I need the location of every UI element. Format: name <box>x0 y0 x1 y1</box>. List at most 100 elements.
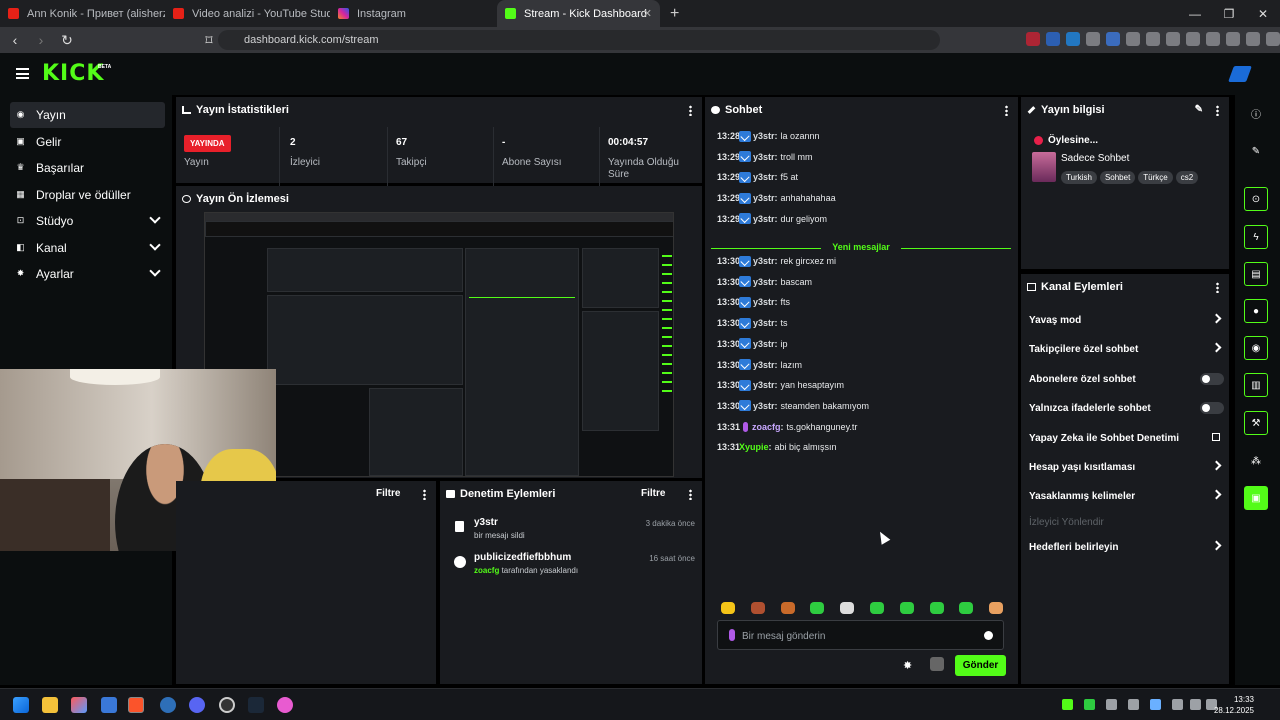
chat-username[interactable]: y3str <box>753 256 775 266</box>
document-icon[interactable]: ▤ <box>1244 262 1268 286</box>
chat-message[interactable]: 13:28 y3str: la ozannn <box>717 128 820 144</box>
more-options-icon[interactable] <box>1005 105 1008 116</box>
minimize-icon[interactable]: — <box>1178 7 1212 21</box>
chat-settings-gear-icon[interactable]: ✸ <box>903 659 912 672</box>
emote-icon[interactable] <box>929 602 944 614</box>
extension-icon[interactable] <box>1266 32 1280 46</box>
tag[interactable]: Sohbet <box>1099 171 1136 184</box>
emote-icon[interactable] <box>870 602 884 614</box>
extension-icon[interactable] <box>1206 32 1220 46</box>
info-icon[interactable]: ⓘ <box>1244 101 1268 125</box>
close-tab-icon[interactable]: ✕ <box>643 7 652 20</box>
more-options-icon[interactable] <box>423 489 426 500</box>
moderation-user[interactable]: y3str <box>474 517 498 528</box>
chat-username[interactable]: y3str <box>753 172 775 182</box>
tray-icon[interactable] <box>1062 699 1073 710</box>
bookmark-icon[interactable]: ⌑ <box>198 32 220 49</box>
server-icon[interactable]: ▥ <box>1244 373 1268 397</box>
edit-pencil-icon[interactable]: ✎ <box>1195 104 1203 115</box>
moderation-row[interactable]: publicizedfiefbbhum zoacfg tarafından ya… <box>450 552 695 586</box>
chat-username[interactable]: y3str <box>753 193 775 203</box>
emote-icon[interactable] <box>780 602 795 614</box>
browser-tab-4[interactable]: Stream - Kick Dashboard ✕ <box>497 0 660 27</box>
sidebar-item-yayin[interactable]: ◉ Yayın <box>10 102 165 128</box>
forward-icon[interactable]: › <box>30 32 52 48</box>
tray-icon[interactable] <box>1128 699 1139 710</box>
chat-username[interactable]: y3str <box>753 401 775 411</box>
clapper-icon[interactable]: ▣ <box>1244 486 1268 510</box>
browser-tab-3[interactable]: Instagram <box>330 0 495 27</box>
send-button[interactable]: Gönder <box>955 655 1006 676</box>
hamburger-menu-icon[interactable] <box>16 68 29 79</box>
chat-message[interactable]: 13:29 y3str: dur geliyom <box>717 211 827 227</box>
extension-icon[interactable] <box>1246 32 1260 46</box>
wrench-icon[interactable]: ⚒ <box>1244 411 1268 435</box>
sidebar-item-gelir[interactable]: ▣ Gelir <box>10 129 165 155</box>
more-options-icon[interactable] <box>1216 105 1219 116</box>
chat-message[interactable]: 13:30 y3str: ip <box>717 336 788 352</box>
chat-message[interactable]: 13:29 y3str: troll mm <box>717 149 813 165</box>
lightning-icon[interactable]: ϟ <box>1244 225 1268 249</box>
action-banned-words[interactable]: Yasaklanmış kelimeler <box>1029 487 1224 505</box>
extension-icon[interactable] <box>1226 32 1240 46</box>
stream-category[interactable]: Sadece Sohbet <box>1061 153 1129 164</box>
moderation-row[interactable]: y3str bir mesajı sildi 3 dakika önce <box>450 517 695 551</box>
chat-mod-tools-icon[interactable] <box>930 657 944 671</box>
chat-message[interactable]: 13:30 y3str: lazım <box>717 357 802 373</box>
chat-input-box[interactable] <box>717 620 1004 650</box>
steam-icon[interactable] <box>248 697 264 713</box>
back-icon[interactable]: ‹ <box>4 32 26 48</box>
emote-icon[interactable] <box>959 602 974 614</box>
brave-icon[interactable] <box>128 697 144 713</box>
action-ai-moderation[interactable]: Yapay Zeka ile Sohbet Denetimi <box>1029 429 1224 447</box>
filter-button[interactable]: Filtre <box>641 488 665 499</box>
broadcast-icon[interactable]: ◉ <box>1244 336 1268 360</box>
more-options-icon[interactable] <box>1216 282 1219 293</box>
close-window-icon[interactable]: ✕ <box>1246 7 1280 21</box>
action-emotes-only[interactable]: Yalnızca ifadelerle sohbet <box>1029 399 1224 417</box>
moderator-name[interactable]: zoacfg <box>474 566 499 575</box>
tray-icon[interactable] <box>1106 699 1117 710</box>
sidebar-item-kanal[interactable]: ◧ Kanal <box>10 235 165 261</box>
chat-message[interactable]: 13:31 zoacfg: ts.gokhanguney.tr <box>717 419 857 435</box>
emote-icon[interactable] <box>721 602 735 614</box>
chat-input[interactable] <box>742 628 962 644</box>
extension-icon[interactable] <box>1086 32 1100 46</box>
filter-button[interactable]: Filtre <box>376 488 400 499</box>
toggle-switch[interactable] <box>1200 402 1224 414</box>
windows-start-icon[interactable] <box>13 697 29 713</box>
file-explorer-icon[interactable] <box>42 697 58 713</box>
tag[interactable]: Turkish <box>1061 171 1097 184</box>
browser-tab-2[interactable]: Video analizi - YouTube Studio <box>165 0 330 27</box>
extension-icon[interactable] <box>1046 32 1060 46</box>
new-tab-button[interactable]: + <box>670 5 679 23</box>
emoji-icon[interactable] <box>984 631 993 640</box>
chat-username[interactable]: y3str <box>753 297 775 307</box>
chat-message[interactable]: 13:30 y3str: bascam <box>717 274 812 290</box>
chat-message[interactable]: 13:30 y3str: rek gircxez mi <box>717 253 836 269</box>
chat-username[interactable]: y3str <box>753 214 775 224</box>
reload-icon[interactable]: ↻ <box>56 32 78 49</box>
emote-icon[interactable] <box>989 602 1004 614</box>
action-followers-only[interactable]: Takipçilere özel sohbet <box>1029 340 1224 358</box>
obs-icon[interactable] <box>219 697 235 713</box>
app-icon[interactable] <box>160 697 176 713</box>
chat-message[interactable]: 13:30 y3str: fts <box>717 294 790 310</box>
sidebar-item-studyo[interactable]: ⊡ Stüdyo <box>10 208 165 234</box>
extension-icon[interactable] <box>1026 32 1040 46</box>
action-goals[interactable]: Hedefleri belirleyin <box>1029 538 1224 556</box>
toggle-switch[interactable] <box>1200 373 1224 385</box>
tray-icon[interactable] <box>1150 699 1161 710</box>
chat-message[interactable]: 13:29 y3str: f5 at <box>717 169 798 185</box>
chat-username[interactable]: y3str <box>753 131 775 141</box>
extension-icon[interactable] <box>1066 32 1080 46</box>
extension-icon[interactable] <box>1146 32 1160 46</box>
chat-username[interactable]: y3str <box>753 277 775 287</box>
chat-message[interactable]: 13:31 Xyupie: abi biç almışsın <box>717 439 837 455</box>
camera-icon[interactable]: ⊙ <box>1244 187 1268 211</box>
extension-icon[interactable] <box>1166 32 1180 46</box>
app-icon[interactable] <box>101 697 117 713</box>
emote-icon[interactable] <box>810 602 825 614</box>
chat-message[interactable]: 13:30 y3str: ts <box>717 315 788 331</box>
chat-username[interactable]: y3str <box>753 360 775 370</box>
